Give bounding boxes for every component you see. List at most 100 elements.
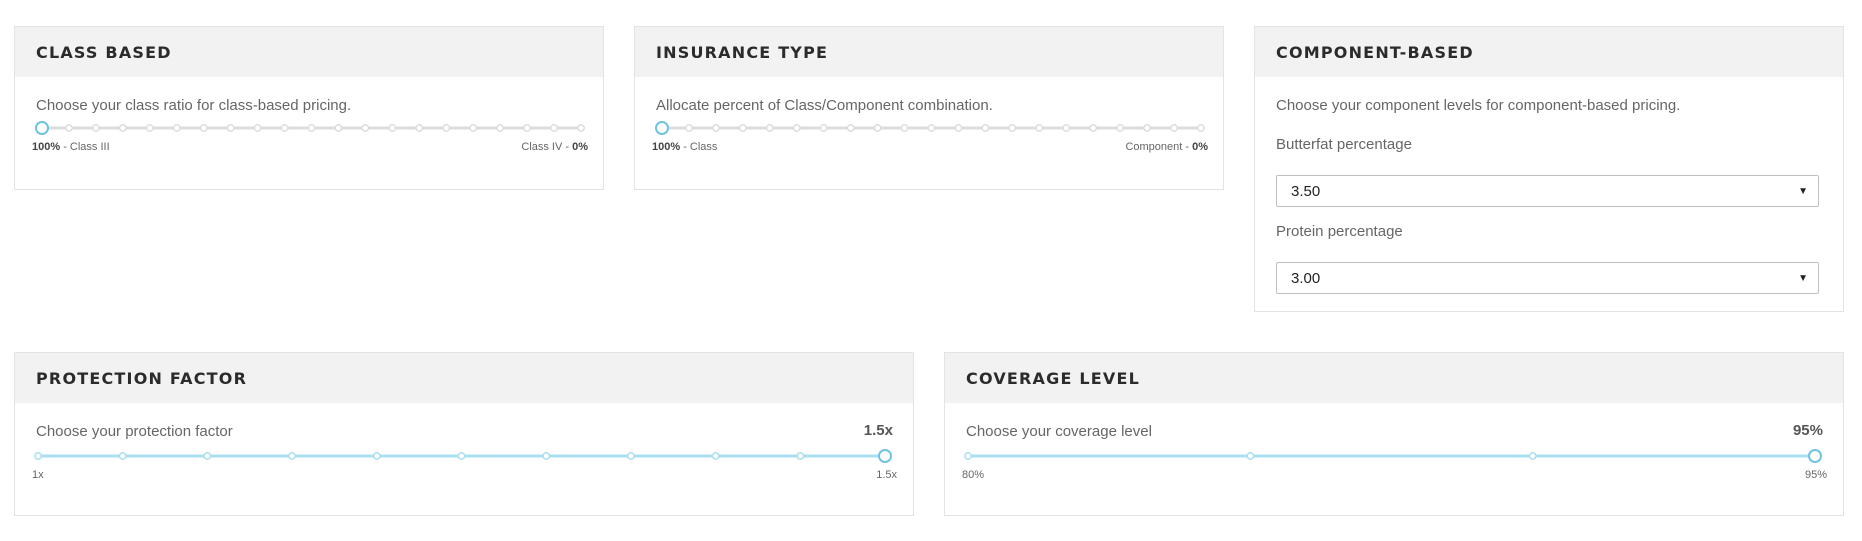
- coverage-level-card: COVERAGE LEVEL Choose your coverage leve…: [944, 352, 1844, 516]
- slider-step-dot[interactable]: [91, 124, 100, 132]
- coverage-level-title: COVERAGE LEVEL: [966, 368, 1140, 388]
- protection-factor-slider-svg[interactable]: [32, 448, 892, 464]
- coverage-level-value: 95%: [1792, 422, 1823, 439]
- protection-factor-max-label: 1.5x: [876, 469, 897, 481]
- slider-step-dot[interactable]: [1170, 124, 1178, 132]
- insurance-type-slider-svg[interactable]: [655, 120, 1207, 136]
- class-ratio-slider[interactable]: [35, 120, 587, 136]
- protein-select[interactable]: 3.00 ▼: [1276, 262, 1819, 294]
- slider-step-dot[interactable]: [873, 124, 882, 132]
- slider-step-dot[interactable]: [1116, 124, 1125, 132]
- slider-step-dot[interactable]: [626, 452, 635, 460]
- insurance-type-body: Allocate percent of Class/Component comb…: [635, 77, 1223, 189]
- coverage-level-slider-svg[interactable]: [962, 448, 1822, 464]
- coverage-level-body: Choose your coverage level 95% 80% 95%: [945, 403, 1843, 515]
- slider-handle[interactable]: [35, 121, 49, 135]
- slider-step-dot[interactable]: [469, 124, 478, 132]
- slider-step-dot[interactable]: [765, 124, 774, 132]
- slider-step-dot[interactable]: [738, 124, 747, 132]
- class-ratio-slider-svg[interactable]: [35, 120, 587, 136]
- protection-factor-slider[interactable]: [32, 448, 897, 464]
- slider-step-dot[interactable]: [1246, 452, 1255, 460]
- slider-step-dot[interactable]: [550, 124, 558, 132]
- slider-handle[interactable]: [655, 121, 669, 135]
- slider-step-dot[interactable]: [792, 124, 801, 132]
- slider-step-dot[interactable]: [253, 124, 262, 132]
- slider-step-dot[interactable]: [954, 124, 963, 132]
- coverage-level-header: COVERAGE LEVEL: [945, 353, 1843, 403]
- component-based-description: Choose your component levels for compone…: [1276, 97, 1681, 114]
- slider-step-dot[interactable]: [796, 452, 805, 460]
- slider-step-dot[interactable]: [1197, 124, 1205, 132]
- chevron-down-icon: ▼: [1798, 185, 1808, 197]
- slider-step-dot[interactable]: [577, 124, 585, 132]
- class-based-header: CLASS BASED: [15, 27, 603, 77]
- slider-step-dot[interactable]: [199, 124, 208, 132]
- slider-step-dot[interactable]: [415, 124, 424, 132]
- slider-step-dot[interactable]: [145, 124, 154, 132]
- slider-step-dot[interactable]: [711, 124, 720, 132]
- coverage-level-max-label: 95%: [1804, 469, 1827, 481]
- slider-handle[interactable]: [878, 449, 892, 463]
- slider-step-dot[interactable]: [846, 124, 855, 132]
- slider-step-dot[interactable]: [819, 124, 828, 132]
- class-based-body: Choose your class ratio for class-based …: [15, 77, 603, 189]
- slider-step-dot[interactable]: [203, 452, 212, 460]
- slider-step-dot[interactable]: [226, 124, 235, 132]
- class-based-card: CLASS BASED Choose your class ratio for …: [14, 26, 604, 190]
- slider-step-dot[interactable]: [288, 452, 297, 460]
- insurance-type-min-label: 100% - Class: [652, 141, 718, 153]
- insurance-type-max-label: Component - 0%: [1125, 141, 1208, 153]
- butterfat-select[interactable]: 3.50 ▼: [1276, 175, 1819, 207]
- slider-step-dot[interactable]: [118, 124, 127, 132]
- insurance-type-description: Allocate percent of Class/Component comb…: [656, 97, 993, 114]
- coverage-level-description: Choose your coverage level: [966, 423, 1152, 440]
- slider-step-dot[interactable]: [118, 452, 127, 460]
- slider-step-dot[interactable]: [280, 124, 289, 132]
- protection-factor-description: Choose your protection factor: [36, 423, 233, 440]
- slider-step-dot[interactable]: [927, 124, 936, 132]
- chevron-down-icon: ▼: [1798, 272, 1808, 284]
- slider-step-dot[interactable]: [964, 452, 972, 460]
- slider-step-dot[interactable]: [711, 452, 720, 460]
- slider-step-dot[interactable]: [685, 124, 693, 132]
- insurance-type-card: INSURANCE TYPE Allocate percent of Class…: [634, 26, 1224, 190]
- protection-factor-min-label: 1x: [32, 469, 44, 481]
- slider-step-dot[interactable]: [172, 124, 181, 132]
- slider-step-dot[interactable]: [1008, 124, 1017, 132]
- protection-factor-value: 1.5x: [863, 422, 893, 439]
- slider-step-dot[interactable]: [1143, 124, 1152, 132]
- slider-step-dot[interactable]: [34, 452, 42, 460]
- slider-step-dot[interactable]: [900, 124, 909, 132]
- slider-step-dot[interactable]: [1035, 124, 1044, 132]
- protection-factor-header: PROTECTION FACTOR: [15, 353, 913, 403]
- slider-step-dot[interactable]: [981, 124, 990, 132]
- slider-step-dot[interactable]: [307, 124, 316, 132]
- protein-select-value: 3.00: [1291, 269, 1321, 287]
- slider-step-dot[interactable]: [361, 124, 370, 132]
- insurance-type-title: INSURANCE TYPE: [656, 42, 829, 62]
- insurance-type-slider[interactable]: [655, 120, 1207, 136]
- slider-step-dot[interactable]: [1089, 124, 1098, 132]
- component-based-header: COMPONENT-BASED: [1255, 27, 1843, 77]
- slider-step-dot[interactable]: [1528, 452, 1537, 460]
- coverage-level-slider[interactable]: [962, 448, 1827, 464]
- slider-step-dot[interactable]: [372, 452, 381, 460]
- protection-factor-body: Choose your protection factor 1.5x 1x 1.…: [15, 403, 913, 515]
- slider-step-dot[interactable]: [388, 124, 397, 132]
- coverage-level-min-label: 80%: [962, 469, 985, 481]
- butterfat-label: Butterfat percentage: [1276, 136, 1412, 153]
- class-based-description: Choose your class ratio for class-based …: [36, 97, 352, 114]
- slider-step-dot[interactable]: [496, 124, 505, 132]
- slider-step-dot[interactable]: [334, 124, 343, 132]
- component-based-card: COMPONENT-BASED Choose your component le…: [1254, 26, 1844, 312]
- slider-step-dot[interactable]: [442, 124, 451, 132]
- class-based-title: CLASS BASED: [36, 42, 172, 62]
- slider-step-dot[interactable]: [65, 124, 73, 132]
- slider-step-dot[interactable]: [523, 124, 532, 132]
- slider-step-dot[interactable]: [542, 452, 551, 460]
- component-based-title: COMPONENT-BASED: [1276, 42, 1474, 62]
- slider-step-dot[interactable]: [1062, 124, 1071, 132]
- slider-step-dot[interactable]: [457, 452, 466, 460]
- slider-handle[interactable]: [1808, 449, 1822, 463]
